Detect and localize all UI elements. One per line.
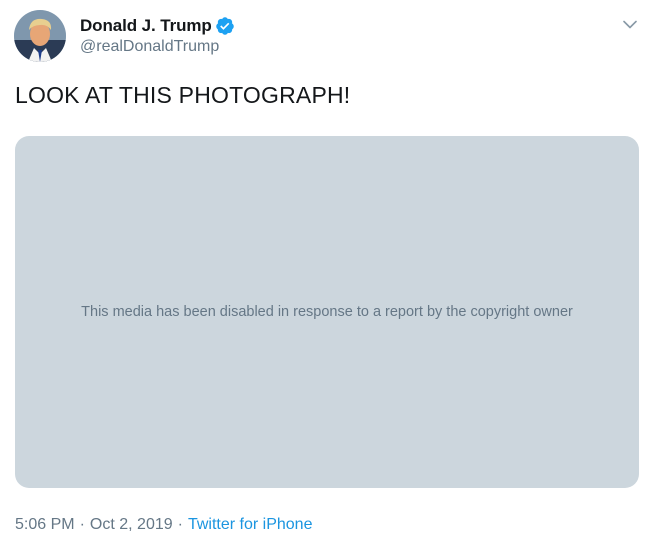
- tweet-date[interactable]: Oct 2, 2019: [90, 516, 173, 534]
- verified-badge-icon: [215, 16, 235, 36]
- avatar[interactable]: [14, 10, 66, 62]
- user-handle[interactable]: @realDonaldTrump: [80, 38, 235, 56]
- meta-separator: ·: [177, 516, 183, 533]
- tweet-text: LOOK AT THIS PHOTOGRAPH!: [15, 82, 351, 108]
- media-disabled-notice: This media has been disabled in response…: [81, 304, 573, 320]
- tweet-card: Donald J. Trump @realDonaldTrump LOOK AT…: [0, 0, 654, 544]
- chevron-down-icon[interactable]: [620, 14, 640, 34]
- tweet-time[interactable]: 5:06 PM: [15, 516, 75, 534]
- author-block: Donald J. Trump @realDonaldTrump: [80, 14, 235, 56]
- meta-separator: ·: [79, 516, 85, 533]
- tweet-meta: 5:06 PM · Oct 2, 2019 · Twitter for iPho…: [15, 516, 312, 534]
- display-name[interactable]: Donald J. Trump: [80, 16, 212, 36]
- profile-photo-icon: [14, 10, 66, 62]
- media-placeholder: This media has been disabled in response…: [15, 136, 639, 488]
- name-row: Donald J. Trump: [80, 14, 235, 38]
- tweet-source-link[interactable]: Twitter for iPhone: [188, 516, 313, 534]
